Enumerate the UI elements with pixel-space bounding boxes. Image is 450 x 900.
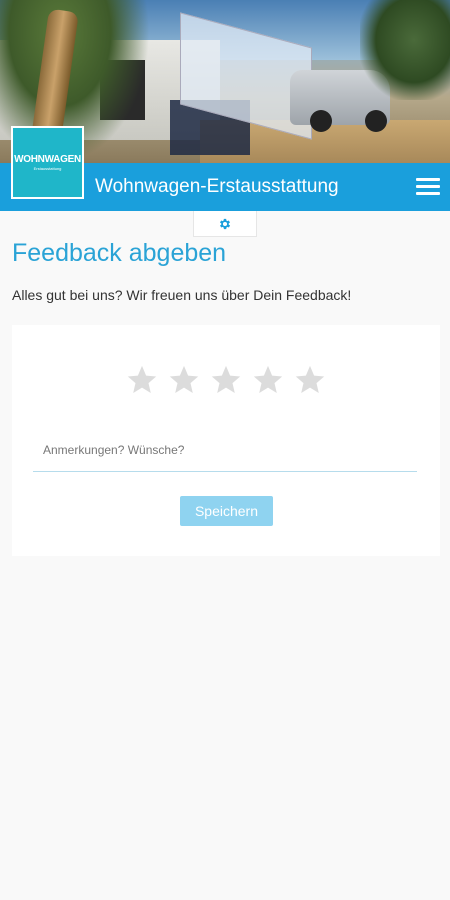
save-button[interactable]: Speichern	[180, 496, 273, 526]
feedback-card: Speichern	[12, 325, 440, 556]
logo-text: WOHNWAGEN	[14, 154, 81, 165]
star-icon-5[interactable]	[293, 363, 327, 397]
logo-subtext: Erstausstattung	[33, 166, 62, 171]
star-icon-4[interactable]	[251, 363, 285, 397]
star-icon-3[interactable]	[209, 363, 243, 397]
intro-text: Alles gut bei uns? Wir freuen uns über D…	[12, 287, 352, 303]
star-icon-1[interactable]	[125, 363, 159, 397]
hamburger-menu-icon[interactable]	[416, 178, 440, 198]
app-title: Wohnwagen-Erstausstattung	[95, 176, 339, 197]
app-logo[interactable]: WOHNWAGEN Erstausstattung	[11, 126, 84, 199]
settings-tab[interactable]	[193, 211, 257, 237]
comment-input[interactable]	[33, 437, 417, 472]
page-title: Feedback abgeben	[12, 239, 227, 267]
star-icon-2[interactable]	[167, 363, 201, 397]
gear-icon	[219, 218, 231, 229]
star-rating	[12, 363, 440, 397]
